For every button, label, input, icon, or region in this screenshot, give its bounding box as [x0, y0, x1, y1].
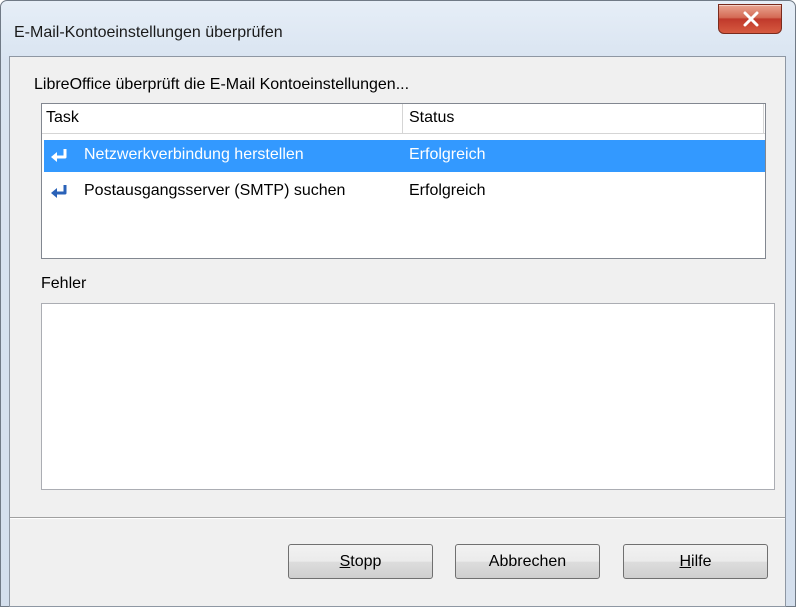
cancel-button[interactable]: Abbrechen	[455, 544, 600, 579]
mnemonic-letter: H	[679, 553, 692, 570]
error-textbox[interactable]	[41, 303, 775, 490]
mnemonic-letter: S	[339, 553, 351, 570]
close-icon	[743, 11, 759, 27]
button-label-rest: topp	[350, 553, 382, 570]
button-label-rest: ilfe	[691, 553, 712, 570]
task-list[interactable]: Task Status Netzwerkverbindung herstelle…	[41, 103, 766, 259]
separator-line	[10, 517, 785, 519]
return-arrow-icon	[51, 185, 67, 198]
task-list-header: Task Status	[42, 104, 765, 134]
stop-button[interactable]: Stopp	[288, 544, 433, 579]
column-header-status[interactable]: Status	[409, 109, 454, 127]
task-status: Erfolgreich	[409, 146, 486, 163]
task-row[interactable]: Netzwerkverbindung herstellen Erfolgreic…	[44, 140, 765, 172]
close-button[interactable]	[718, 4, 782, 34]
column-header-task[interactable]: Task	[46, 109, 79, 127]
task-name: Postausgangsserver (SMTP) suchen	[84, 182, 346, 199]
error-label: Fehler	[41, 275, 87, 292]
help-button[interactable]: Hilfe	[623, 544, 768, 579]
dialog-window: E-Mail-Kontoeinstellungen überprüfen Lib…	[0, 0, 796, 607]
window-title: E-Mail-Kontoeinstellungen überprüfen	[14, 24, 283, 41]
intro-text: LibreOffice überprüft die E-Mail Kontoei…	[34, 76, 410, 93]
task-row[interactable]: Postausgangsserver (SMTP) suchen Erfolgr…	[44, 176, 765, 208]
title-bar[interactable]: E-Mail-Kontoeinstellungen überprüfen	[0, 0, 796, 56]
column-separator[interactable]	[763, 104, 764, 133]
return-arrow-icon	[51, 149, 67, 162]
task-name: Netzwerkverbindung herstellen	[84, 146, 304, 163]
column-separator[interactable]	[402, 104, 403, 133]
task-status: Erfolgreich	[409, 182, 486, 199]
